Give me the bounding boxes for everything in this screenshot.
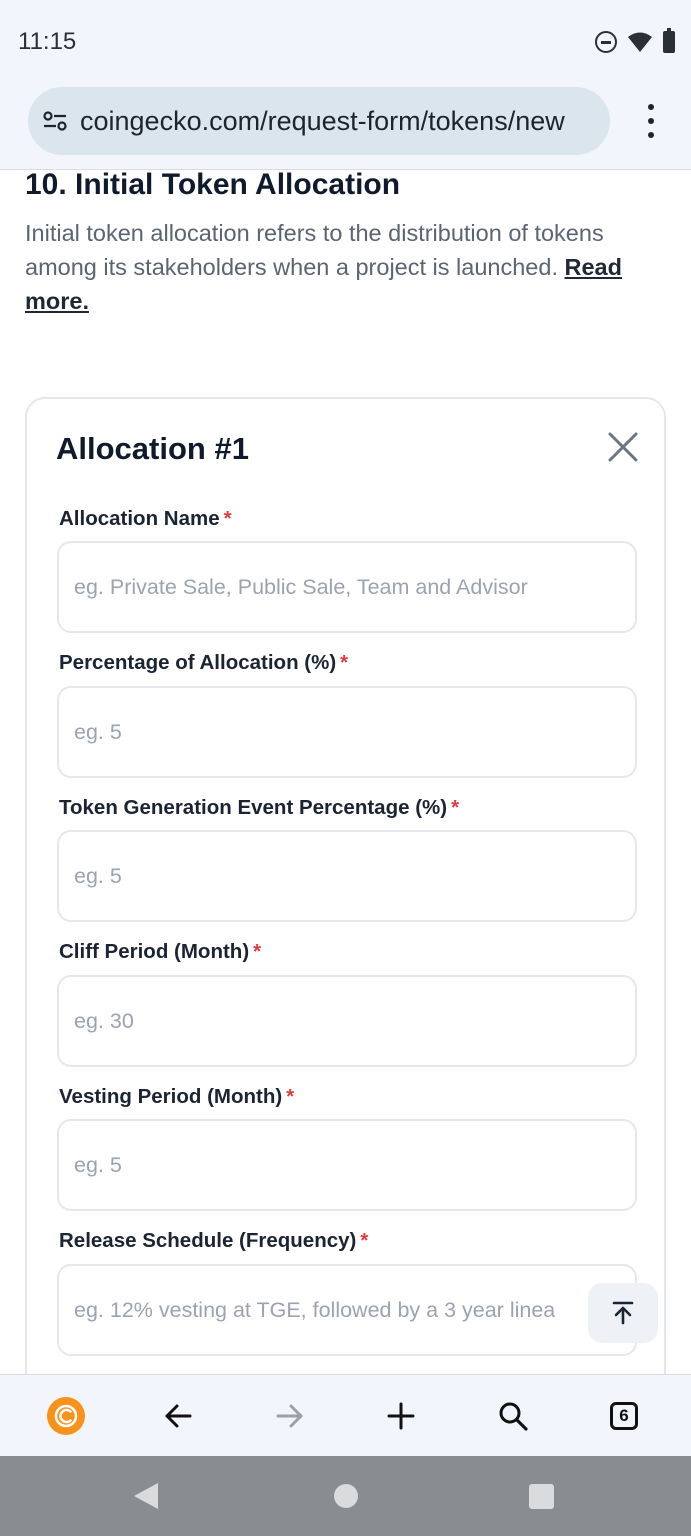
cliff-period-input[interactable]	[57, 975, 637, 1067]
required-marker: *	[223, 507, 232, 530]
vesting-period-input[interactable]	[57, 1119, 637, 1211]
allocation-percentage-label-text: Percentage of Allocation (%)	[59, 651, 337, 674]
status-time: 11:15	[18, 28, 77, 55]
tge-percentage-label: Token Generation Event Percentage (%) *	[59, 796, 459, 820]
allocation-percentage-label: Percentage of Allocation (%) *	[59, 651, 348, 675]
tge-percentage-input[interactable]	[57, 830, 637, 922]
system-home-icon[interactable]	[334, 1484, 358, 1508]
url-bar[interactable]: coingecko.com/request-form/tokens/new	[28, 87, 610, 155]
back-button[interactable]	[154, 1392, 202, 1440]
scroll-to-top-button[interactable]	[588, 1283, 658, 1343]
tge-percentage-label-text: Token Generation Event Percentage (%)	[59, 796, 448, 819]
tab-switcher-button[interactable]: 6	[600, 1392, 648, 1440]
close-icon[interactable]	[607, 431, 639, 463]
status-bar: 11:15	[0, 0, 691, 84]
battery-icon	[663, 28, 675, 53]
section-title: 10. Initial Token Allocation	[25, 170, 401, 201]
page-content: 10. Initial Token Allocation Initial tok…	[0, 170, 691, 1374]
system-back-icon[interactable]	[134, 1483, 158, 1509]
site-settings-icon[interactable]	[42, 108, 68, 134]
required-marker: *	[286, 1085, 295, 1108]
allocation-name-label: Allocation Name *	[59, 507, 232, 531]
allocation-card: Allocation #1 Allocation Name* Percentag…	[25, 397, 666, 1374]
new-tab-plus-icon	[387, 1402, 415, 1430]
forward-arrow-icon	[276, 1404, 303, 1428]
allocation-name-input[interactable]	[57, 541, 637, 633]
search-button[interactable]	[489, 1392, 537, 1440]
cliff-period-label-text: Cliff Period (Month)	[59, 940, 250, 963]
system-recents-icon[interactable]	[529, 1484, 554, 1509]
section-description-text: Initial token allocation refers to the d…	[25, 220, 604, 280]
browser-address-area: coingecko.com/request-form/tokens/new	[0, 84, 691, 170]
allocation-percentage-input[interactable]	[57, 686, 637, 778]
allocation-name-label-text: Allocation Name	[59, 507, 220, 530]
release-schedule-label: Release Schedule (Frequency) *	[59, 1229, 368, 1253]
search-icon	[499, 1402, 528, 1431]
allocation-card-title: Allocation #1	[56, 431, 249, 466]
required-marker: *	[451, 796, 460, 819]
required-marker: *	[340, 651, 349, 674]
vesting-period-label: Vesting Period (Month) *	[59, 1085, 294, 1109]
cliff-period-label: Cliff Period (Month) *	[59, 940, 261, 964]
release-schedule-label-text: Release Schedule (Frequency)	[59, 1229, 357, 1252]
wifi-icon	[628, 32, 652, 52]
required-marker: *	[253, 940, 262, 963]
status-icons	[595, 28, 675, 56]
section-description: Initial token allocation refers to the d…	[25, 216, 670, 318]
vesting-period-label-text: Vesting Period (Month)	[59, 1085, 283, 1108]
forward-button[interactable]	[266, 1392, 314, 1440]
back-arrow-icon	[165, 1404, 192, 1428]
new-tab-button[interactable]	[377, 1392, 425, 1440]
browser-toolbar: 6	[0, 1374, 691, 1456]
arrow-up-to-top-icon	[612, 1301, 634, 1325]
release-schedule-input[interactable]	[57, 1264, 637, 1356]
tab-switcher-icon: 6	[610, 1402, 638, 1430]
more-options-icon[interactable]	[640, 104, 662, 138]
do-not-disturb-icon	[595, 31, 617, 53]
coingecko-logo-icon	[47, 1397, 85, 1435]
url-text[interactable]: coingecko.com/request-form/tokens/new	[80, 106, 565, 137]
coingecko-logo-button[interactable]	[42, 1392, 90, 1440]
required-marker: *	[360, 1229, 369, 1252]
system-navigation-bar	[0, 1456, 691, 1536]
